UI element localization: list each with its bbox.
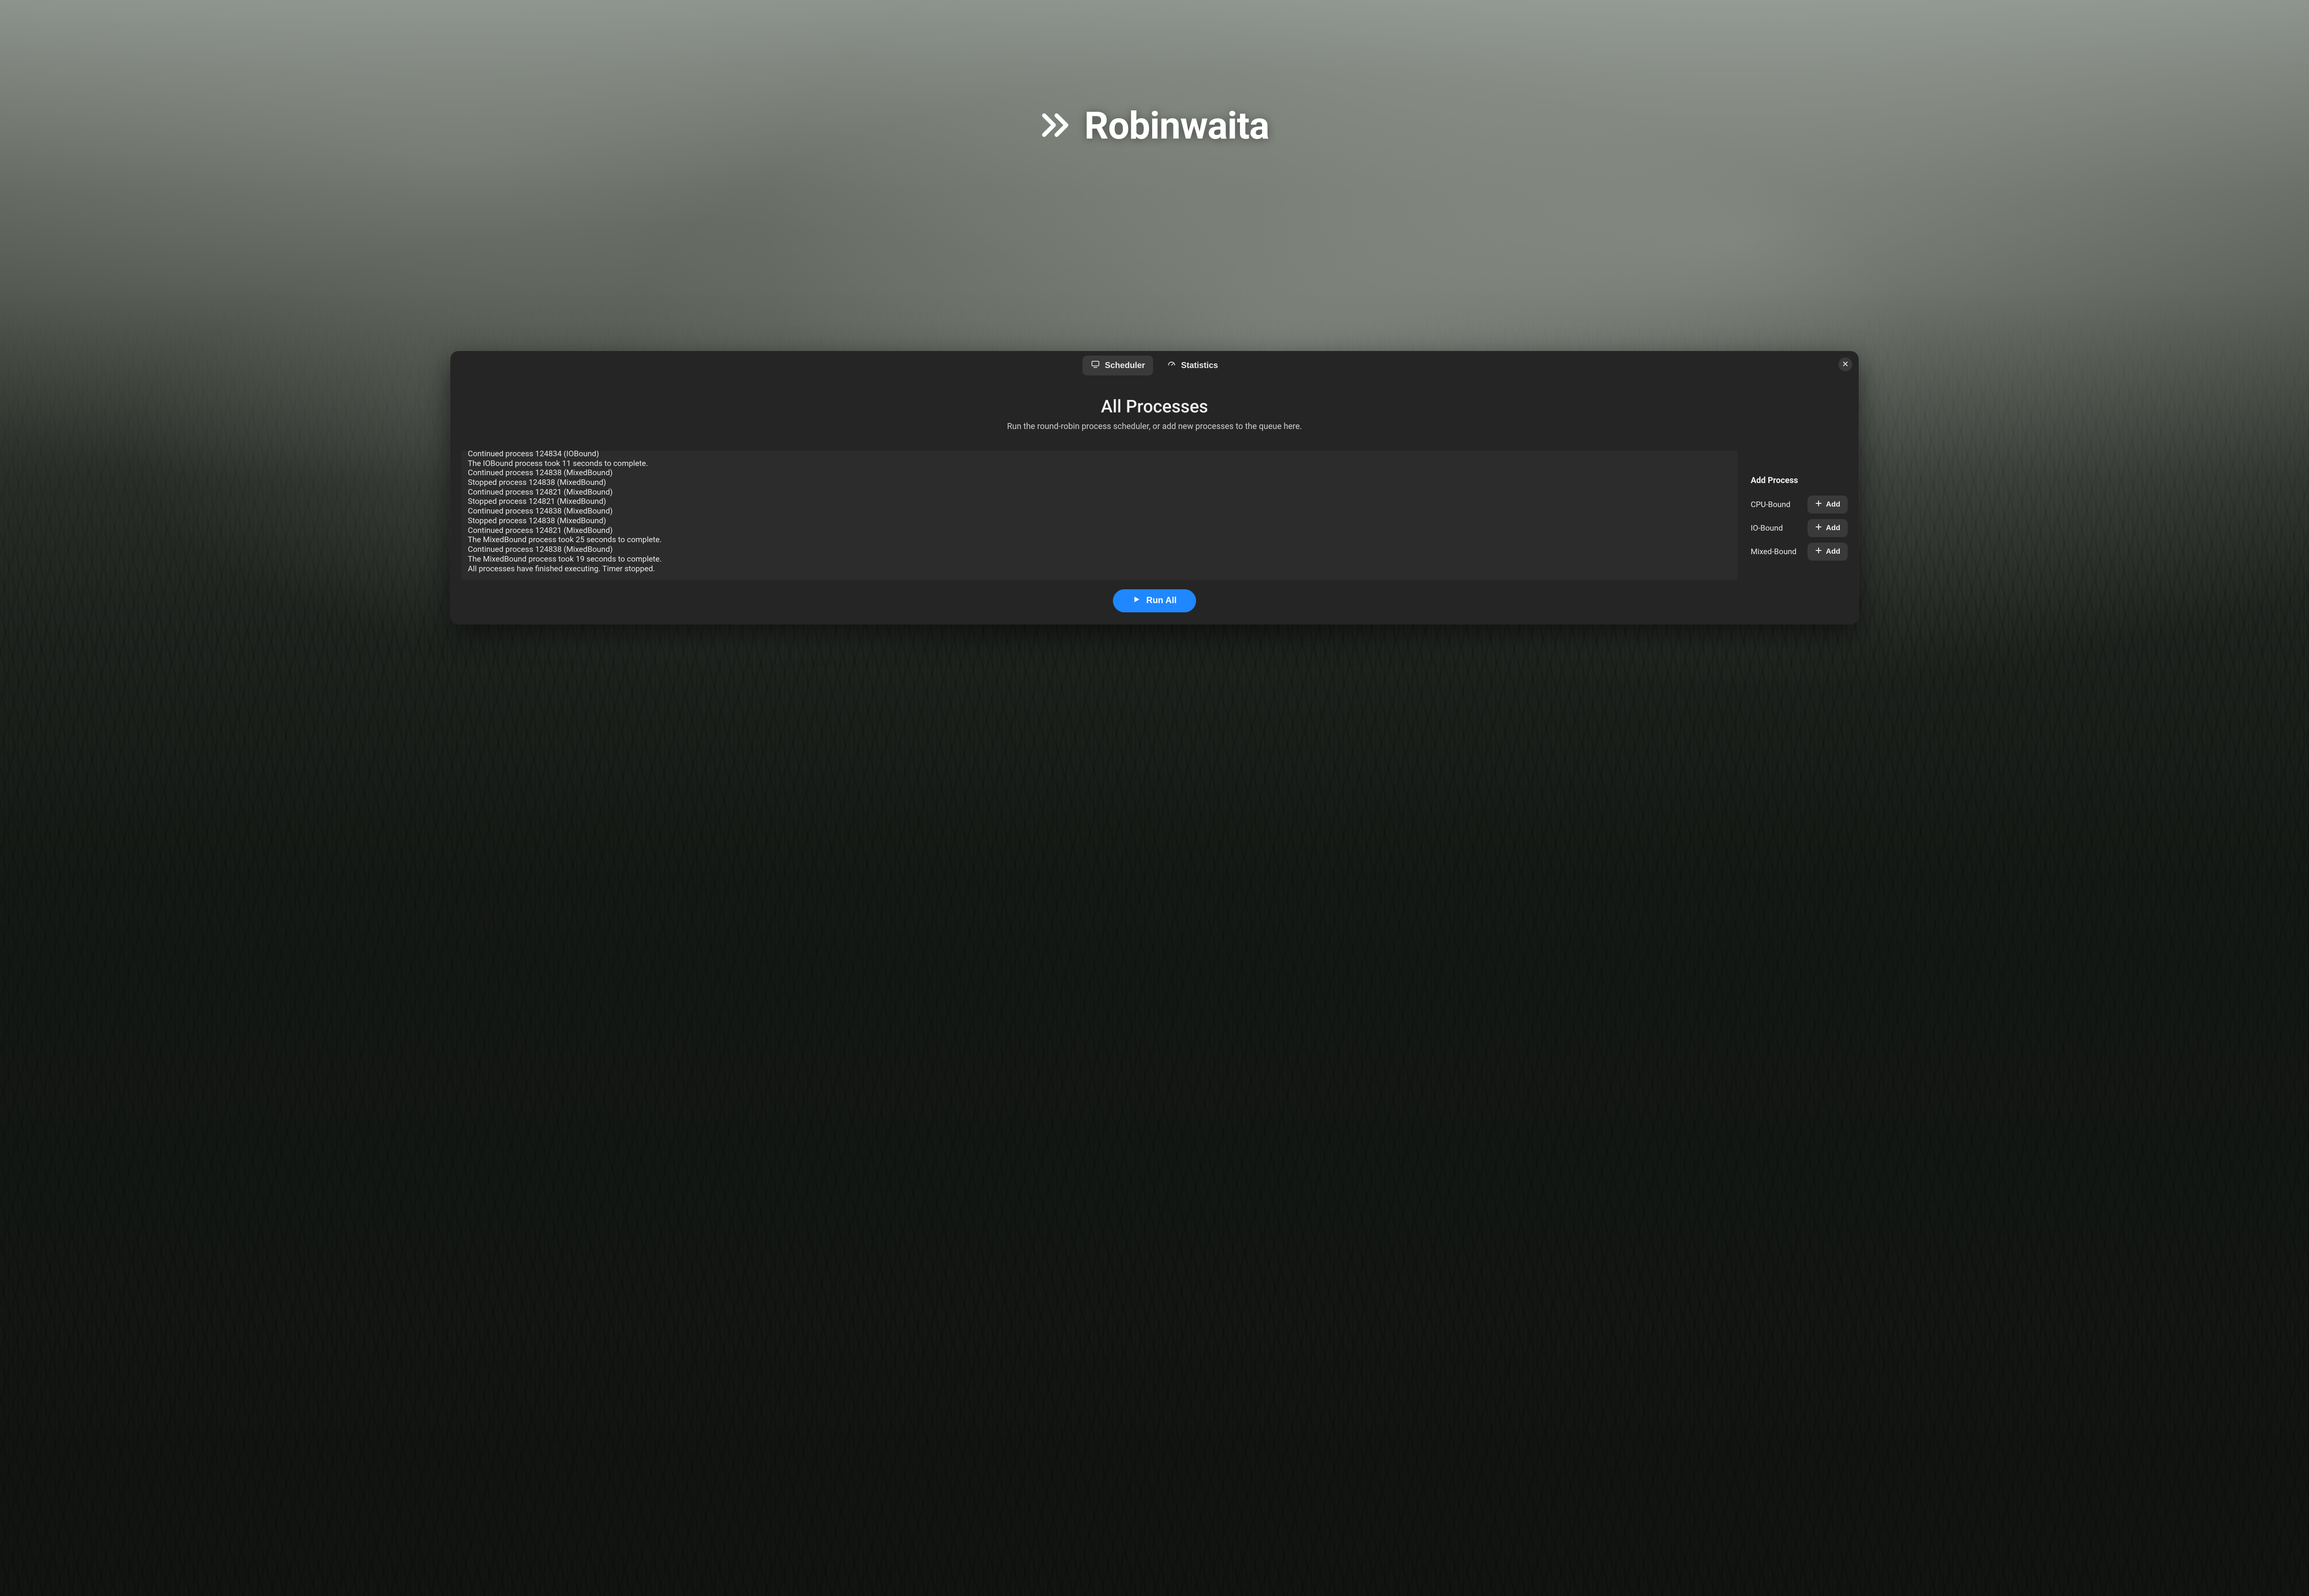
main-window: Scheduler Statistics All Processes Run t…	[450, 351, 1859, 624]
plus-icon	[1815, 523, 1822, 533]
log-line: The MixedBound process took 19 seconds t…	[468, 555, 1731, 564]
run-row: Run All	[450, 589, 1859, 612]
hero-banner: Robinwaita	[0, 104, 2309, 148]
background-trees	[0, 0, 2309, 1596]
log-line: Continued process 124838 (MixedBound)	[468, 545, 1731, 555]
plus-icon	[1815, 547, 1822, 556]
page-title: All Processes	[450, 397, 1859, 417]
add-mixed-button-label: Add	[1826, 548, 1840, 556]
add-io-button-label: Add	[1826, 524, 1840, 532]
add-cpu-button[interactable]: Add	[1807, 496, 1848, 514]
app-title: Robinwaita	[1084, 104, 1269, 148]
add-process-heading: Add Process	[1751, 476, 1848, 485]
tab-scheduler-label: Scheduler	[1105, 361, 1145, 370]
tab-scheduler[interactable]: Scheduler	[1082, 356, 1153, 375]
add-label-cpu: CPU-Bound	[1751, 500, 1790, 509]
add-label-io: IO-Bound	[1751, 524, 1783, 533]
add-io-button[interactable]: Add	[1807, 519, 1848, 537]
log-line: Continued process 124838 (MixedBound)	[468, 468, 1731, 478]
monitor-icon	[1091, 360, 1100, 371]
log-line: The MixedBound process took 25 seconds t…	[468, 535, 1731, 545]
add-row-mixed: Mixed-Bound Add	[1751, 543, 1848, 561]
log-line: Stopped process 124838 (MixedBound)	[468, 478, 1731, 488]
run-all-button[interactable]: Run All	[1113, 589, 1196, 612]
add-row-io: IO-Bound Add	[1751, 519, 1848, 537]
log-line: All processes have finished executing. T…	[468, 564, 1731, 574]
close-icon	[1842, 361, 1849, 369]
log-line: Stopped process 124838 (MixedBound)	[468, 516, 1731, 526]
double-chevron-icon	[1040, 109, 1073, 144]
gauge-icon	[1167, 360, 1176, 371]
content-area: The IOBound process took 13 seconds to c…	[450, 431, 1859, 580]
add-mixed-button[interactable]: Add	[1807, 543, 1848, 561]
log-line: Stopped process 124821 (MixedBound)	[468, 497, 1731, 507]
tab-bar: Scheduler Statistics	[450, 351, 1859, 379]
add-row-cpu: CPU-Bound Add	[1751, 496, 1848, 514]
log-panel[interactable]: The IOBound process took 13 seconds to c…	[461, 451, 1738, 580]
add-cpu-button-label: Add	[1826, 501, 1840, 509]
log-line: Continued process 124821 (MixedBound)	[468, 526, 1731, 536]
play-icon	[1132, 595, 1141, 606]
log-line: Continued process 124838 (MixedBound)	[468, 507, 1731, 516]
page-subtitle: Run the round-robin process scheduler, o…	[450, 422, 1859, 431]
add-process-panel: Add Process CPU-Bound Add IO-Bound Add	[1751, 451, 1848, 580]
plus-icon	[1815, 500, 1822, 509]
tab-statistics[interactable]: Statistics	[1159, 356, 1226, 375]
log-line: The IOBound process took 11 seconds to c…	[468, 459, 1731, 469]
log-line: Continued process 124834 (IOBound)	[468, 451, 1731, 459]
log-line: Continued process 124821 (MixedBound)	[468, 488, 1731, 497]
run-all-label: Run All	[1146, 596, 1177, 606]
add-label-mixed: Mixed-Bound	[1751, 547, 1796, 556]
tab-statistics-label: Statistics	[1181, 361, 1218, 370]
log-lines: The IOBound process took 13 seconds to c…	[468, 451, 1731, 574]
close-button[interactable]	[1838, 357, 1852, 371]
